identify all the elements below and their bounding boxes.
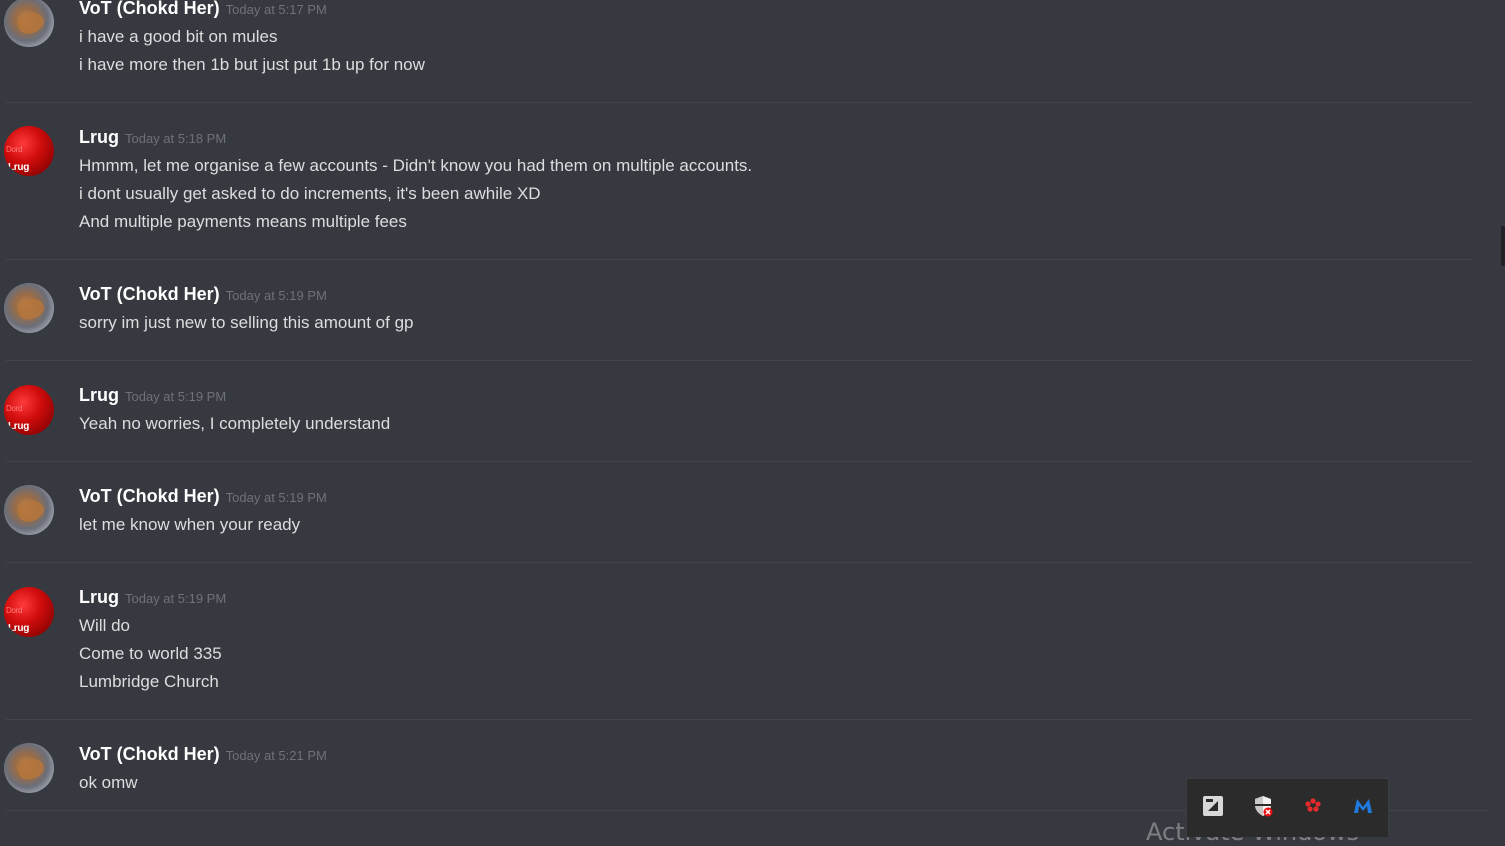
message-divider <box>6 719 1472 720</box>
timestamp: Today at 5:17 PM <box>225 2 327 17</box>
system-tray-overflow <box>1186 778 1389 837</box>
message-text: Will do <box>79 616 131 635</box>
avatar[interactable]: Lrug Dord <box>4 587 54 637</box>
username[interactable]: VoT (Chokd Her) <box>79 486 220 506</box>
message-text: i have more then 1b but just put 1b up f… <box>79 55 425 74</box>
message-divider <box>6 259 1472 260</box>
username[interactable]: VoT (Chokd Her) <box>79 0 220 18</box>
avatar-text: Lrug Dord <box>6 606 30 634</box>
avatar-text: Lrug Dord <box>6 145 30 173</box>
malwarebytes-icon[interactable] <box>1352 795 1374 817</box>
avatar[interactable] <box>4 0 54 47</box>
message-text: let me know when your ready <box>79 515 301 534</box>
tray-app-icon[interactable] <box>1202 795 1224 817</box>
message-text: i have a good bit on mules <box>79 27 278 46</box>
message-text: Lumbridge Church <box>79 672 219 691</box>
username[interactable]: VoT (Chokd Her) <box>79 744 220 764</box>
chat-messages: VoT (Chokd Her) Today at 5:17 PM i have a… <box>0 0 1488 836</box>
avatar-text: Lrug Dord <box>6 404 30 432</box>
message-divider <box>6 360 1472 361</box>
paw-icon[interactable] <box>1302 795 1324 817</box>
timestamp: Today at 5:19 PM <box>125 389 227 404</box>
message-text: sorry im just new to selling this amount… <box>79 313 414 332</box>
message-text: i dont usually get asked to do increment… <box>79 184 541 203</box>
avatar[interactable] <box>4 283 54 333</box>
timestamp: Today at 5:19 PM <box>225 490 327 505</box>
username[interactable]: VoT (Chokd Her) <box>79 284 220 304</box>
timestamp: Today at 5:19 PM <box>225 288 327 303</box>
avatar[interactable] <box>4 743 54 793</box>
avatar[interactable]: Lrug Dord <box>4 126 54 176</box>
avatar[interactable]: Lrug Dord <box>4 385 54 435</box>
message-text: And multiple payments means multiple fee… <box>79 212 407 231</box>
message-text: Yeah no worries, I completely understand <box>79 414 391 433</box>
scrollbar-thumb[interactable] <box>1501 226 1505 266</box>
timestamp: Today at 5:19 PM <box>125 591 227 606</box>
avatar[interactable] <box>4 485 54 535</box>
username[interactable]: Lrug <box>79 385 119 405</box>
message-divider <box>6 102 1472 103</box>
message-text: Come to world 335 <box>79 644 222 663</box>
timestamp: Today at 5:18 PM <box>125 131 227 146</box>
timestamp: Today at 5:21 PM <box>225 748 327 763</box>
username[interactable]: Lrug <box>79 127 119 147</box>
message-text: Hmmm, let me organise a few accounts - D… <box>79 156 753 175</box>
message-divider <box>6 461 1472 462</box>
message-divider <box>6 562 1472 563</box>
username[interactable]: Lrug <box>79 587 119 607</box>
message-text: ok omw <box>79 773 138 792</box>
security-shield-icon[interactable] <box>1252 795 1274 817</box>
